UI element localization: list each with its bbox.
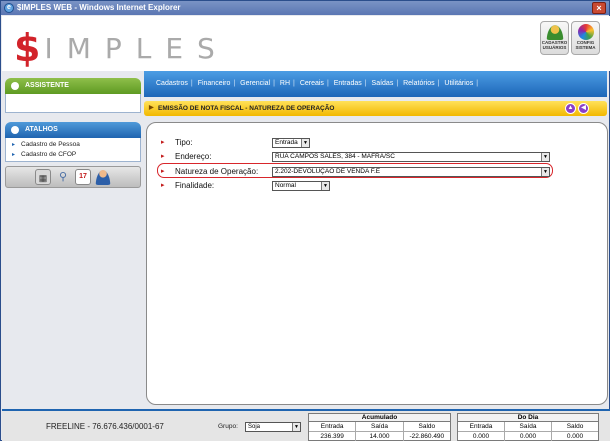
- arrow-right-icon: ▸: [12, 152, 16, 158]
- acumulado-col-saida: Saída: [356, 422, 404, 431]
- acumulado-totals: Acumulado Entrada Saída Saldo 236.399 14…: [308, 413, 451, 441]
- assistente-panel: [5, 94, 141, 113]
- do-dia-entrada-value: 0.000: [458, 432, 505, 441]
- endereco-label: Endereço:: [175, 152, 212, 161]
- search-icon[interactable]: ⚲: [55, 169, 71, 185]
- back-arrow-button[interactable]: ◀: [578, 103, 589, 114]
- tipo-select[interactable]: Entrada ▼: [272, 138, 310, 148]
- tipo-label: Tipo:: [175, 138, 193, 147]
- menu-entradas[interactable]: Entradas: [334, 80, 362, 87]
- menu-utilitarios[interactable]: Utilitários: [444, 80, 473, 87]
- window-titlebar: e $IMPLES WEB - Windows Internet Explore…: [1, 1, 609, 15]
- bullet-icon: ▸: [161, 153, 165, 160]
- menu-cereais[interactable]: Cereais: [300, 80, 324, 87]
- shortcut-label: Cadastro de Pessoa: [21, 141, 80, 148]
- acumulado-saldo-value: -22.860.490: [409, 433, 445, 440]
- atalhos-title: ATALHOS: [25, 126, 58, 133]
- chevron-down-icon: ▼: [321, 182, 329, 190]
- menu-relatorios[interactable]: Relatórios: [403, 80, 435, 87]
- calendar-icon[interactable]: 17: [75, 169, 91, 185]
- tools-bar: ▦ ⚲ 17: [5, 166, 141, 188]
- finalidade-select[interactable]: Normal ▼: [272, 181, 330, 191]
- finalidade-label: Finalidade:: [175, 181, 215, 190]
- section-header: ▶ EMISSÃO DE NOTA FISCAL - NATUREZA DE O…: [144, 101, 607, 116]
- menu-rh[interactable]: RH: [280, 80, 290, 87]
- menu-saidas[interactable]: Saídas: [372, 80, 394, 87]
- assistente-title: ASSISTENTE: [25, 82, 69, 89]
- triangle-right-icon: ▶: [149, 105, 154, 111]
- form-panel: ▸ Tipo: Entrada ▼ ▸ Endereço: RUA CAMPOS…: [146, 122, 608, 405]
- logo-text: IMPLES: [44, 31, 229, 65]
- acumulado-col-entrada: Entrada: [309, 422, 357, 431]
- chevron-down-icon: ▼: [292, 423, 300, 431]
- internet-explorer-icon: e: [4, 3, 14, 13]
- user-icon: [545, 24, 564, 40]
- menu-gerencial[interactable]: Gerencial: [240, 80, 270, 87]
- cadastro-usuarios-button[interactable]: CADASTRO USUÁRIOS: [540, 21, 569, 55]
- shortcut-cadastro-cfop[interactable]: ▸ Cadastro de CFOP: [6, 150, 140, 160]
- bullet-icon: ▸: [161, 168, 165, 175]
- atalhos-header[interactable]: ATALHOS: [5, 122, 141, 138]
- acumulado-title: Acumulado: [309, 414, 450, 422]
- bullet-icon: ▸: [161, 182, 165, 189]
- calculator-icon[interactable]: ▦: [35, 169, 51, 185]
- natureza-select[interactable]: 2.202-DEVOLUÇÃO DE VENDA F.E ▼: [272, 167, 550, 177]
- arrow-right-icon: ▸: [12, 142, 16, 148]
- browser-window: e $IMPLES WEB - Windows Internet Explore…: [0, 0, 610, 441]
- window-title: $IMPLES WEB - Windows Internet Explorer: [17, 3, 181, 12]
- tipo-value: Entrada: [275, 139, 298, 146]
- do-dia-col-entrada: Entrada: [458, 422, 505, 431]
- logo-dollar-sign: $: [14, 26, 41, 70]
- sidebar: ASSISTENTE ATALHOS ▸ Cadastro de Pessoa …: [5, 78, 141, 408]
- config-sistema-label-2: SISTEMA: [575, 45, 596, 50]
- assistente-header[interactable]: ASSISTENTE: [5, 78, 141, 94]
- natureza-label: Natureza de Operação:: [175, 167, 259, 176]
- shortcut-cadastro-pessoa[interactable]: ▸ Cadastro de Pessoa: [6, 140, 140, 150]
- menu-cadastros[interactable]: Cadastros: [156, 80, 188, 87]
- acumulado-col-saldo: Saldo: [418, 423, 436, 430]
- section-nav: ▲ ◀: [565, 103, 589, 114]
- do-dia-col-saida: Saída: [505, 422, 552, 431]
- shortcut-label: Cadastro de CFOP: [21, 151, 77, 158]
- close-window-button[interactable]: ×: [592, 2, 606, 14]
- company-info: FREELINE - 76.676.436/0001-67: [46, 422, 164, 431]
- do-dia-col-saldo: Saldo: [566, 423, 584, 430]
- endereco-select[interactable]: RUA CAMPOS SALES, 384 - MAFRA/SC ▼: [272, 152, 550, 162]
- main-menu: Cadastros | Financeiro | Gerencial | RH | Ce…: [144, 71, 607, 97]
- do-dia-saldo-value: 0.000: [566, 433, 584, 440]
- app-logo: $ IMPLES: [14, 26, 229, 70]
- menu-financeiro[interactable]: Financeiro: [198, 80, 231, 87]
- natureza-value: 2.202-DEVOLUÇÃO DE VENDA F.E: [275, 168, 381, 175]
- bullet-icon: ▸: [161, 139, 165, 146]
- atalhos-panel: ▸ Cadastro de Pessoa ▸ Cadastro de CFOP: [5, 138, 141, 162]
- config-sistema-button[interactable]: CONFIG SISTEMA: [571, 21, 600, 55]
- cadastro-usuarios-label-2: USUÁRIOS: [542, 45, 567, 50]
- do-dia-title: Do Dia: [458, 414, 598, 422]
- endereco-value: RUA CAMPOS SALES, 384 - MAFRA/SC: [275, 153, 395, 160]
- section-title: EMISSÃO DE NOTA FISCAL - NATUREZA DE OPE…: [158, 105, 335, 112]
- chevron-down-icon: ▼: [301, 139, 309, 147]
- acumulado-saida-value: 14.000: [356, 432, 404, 441]
- status-bar: FREELINE - 76.676.436/0001-67 Grupo: Soj…: [2, 409, 610, 441]
- grupo-value: Soja: [248, 424, 261, 430]
- chevron-down-icon: ▼: [541, 153, 549, 161]
- acumulado-entrada-value: 236.399: [309, 432, 357, 441]
- bullet-icon: [11, 82, 19, 90]
- color-wheel-icon: [577, 24, 594, 40]
- bullet-icon: [11, 126, 19, 134]
- do-dia-saida-value: 0.000: [505, 432, 552, 441]
- finalidade-value: Normal: [275, 182, 296, 189]
- grupo-label: Grupo:: [218, 423, 238, 430]
- up-arrow-button[interactable]: ▲: [565, 103, 576, 114]
- app-header: $ IMPLES CADASTRO USUÁRIOS CONFIG SISTEM…: [2, 16, 610, 71]
- do-dia-totals: Do Dia Entrada Saída Saldo 0.000 0.000 0…: [457, 413, 599, 441]
- chevron-down-icon: ▼: [541, 168, 549, 176]
- grupo-select[interactable]: Soja ▼: [245, 422, 301, 432]
- user-icon[interactable]: [95, 169, 111, 185]
